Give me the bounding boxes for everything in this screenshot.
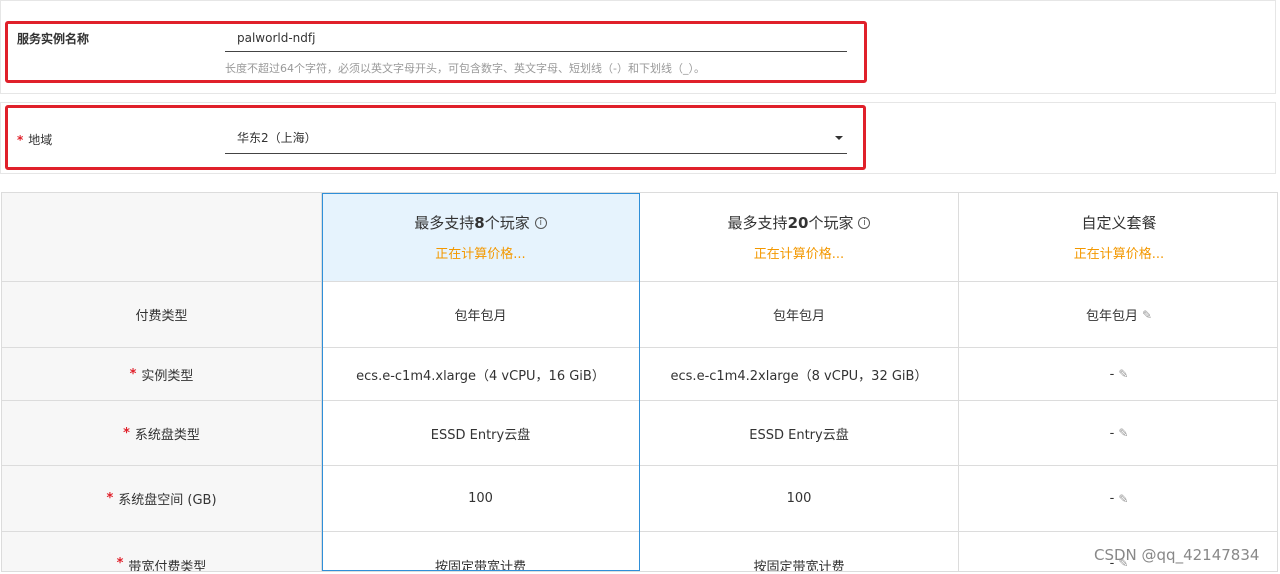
required-mark: * bbox=[116, 556, 124, 571]
watermark: CSDN @qq_42147834 bbox=[1094, 546, 1260, 564]
plan-table: 最多支持 8 个玩家 i 正在计算价格... 最多支持 20 个玩家 i 正在计算价格...… bbox=[1, 192, 1278, 572]
region-label-wrap: * 地域 bbox=[17, 131, 52, 148]
row-value-custom[interactable]: - ✎ bbox=[959, 348, 1277, 400]
row-label: * 实例类型 bbox=[2, 348, 322, 400]
plan-price: 正在计算价格... bbox=[1073, 247, 1165, 262]
table-row: 付费类型 包年包月 包年包月 包年包月 ✎ bbox=[2, 282, 1277, 348]
plan-title-number: 8 bbox=[474, 213, 485, 232]
row-label-text: 带宽付费类型 bbox=[128, 560, 207, 572]
table-row: * 实例类型 ecs.e-c1m4.xlarge（4 vCPU，16 GiB） e… bbox=[2, 348, 1277, 401]
row-label: * 带宽付费类型 bbox=[2, 532, 322, 572]
row-value: 包年包月 bbox=[1085, 309, 1138, 324]
row-value: 按固定带宽计费 bbox=[640, 532, 959, 571]
row-label-text: 系统盘类型 bbox=[134, 427, 200, 443]
table-row: * 系统盘空间 (GB) 100 100 - ✎ bbox=[2, 466, 1277, 532]
row-value-custom[interactable]: 包年包月 ✎ bbox=[959, 282, 1277, 347]
pencil-icon[interactable]: ✎ bbox=[1118, 426, 1128, 440]
pencil-icon[interactable]: ✎ bbox=[1118, 492, 1128, 506]
plan-20-players[interactable]: 最多支持 20 个玩家 i 正在计算价格... bbox=[640, 193, 959, 281]
instance-name-input[interactable] bbox=[225, 24, 847, 52]
row-value: 包年包月 bbox=[322, 282, 640, 347]
plan-title-suffix: 个玩家 bbox=[808, 214, 854, 232]
chevron-down-icon bbox=[835, 136, 843, 140]
row-label-text: 实例类型 bbox=[141, 368, 194, 384]
pencil-icon[interactable]: ✎ bbox=[1118, 367, 1128, 381]
region-label: 地域 bbox=[28, 133, 53, 147]
info-icon[interactable]: i bbox=[534, 216, 547, 229]
row-value: 100 bbox=[322, 466, 640, 531]
row-label-text: 付费类型 bbox=[135, 309, 188, 324]
region-select-value: 华东2（上海） bbox=[237, 131, 317, 145]
row-label-text: 系统盘空间 (GB) bbox=[118, 493, 217, 508]
required-mark: * bbox=[106, 491, 114, 506]
row-value-custom[interactable]: - ✎ bbox=[959, 401, 1277, 465]
row-value: - bbox=[1109, 491, 1115, 506]
plan-title-prefix: 最多支持 bbox=[414, 214, 475, 232]
required-mark: * bbox=[17, 133, 24, 147]
plan-8-players[interactable]: 最多支持 8 个玩家 i 正在计算价格... bbox=[322, 193, 640, 281]
plan-title-prefix: 最多支持 bbox=[727, 214, 788, 232]
row-value: ESSD Entry云盘 bbox=[322, 401, 640, 465]
plan-title-suffix: 个玩家 bbox=[484, 214, 530, 232]
row-value: - bbox=[1109, 366, 1115, 382]
instance-name-hint: 长度不超过64个字符，必须以英文字母开头，可包含数字、英文字母、短划线（-）和下… bbox=[225, 62, 705, 75]
row-value: ecs.e-c1m4.2xlarge（8 vCPU，32 GiB） bbox=[640, 348, 959, 400]
plan-title: 自定义套餐 bbox=[1081, 214, 1157, 232]
row-value: 100 bbox=[640, 466, 959, 531]
table-row: * 系统盘类型 ESSD Entry云盘 ESSD Entry云盘 - ✎ bbox=[2, 401, 1277, 466]
row-label: 付费类型 bbox=[2, 282, 322, 347]
plan-header-empty bbox=[2, 193, 322, 281]
instance-name-label: 服务实例名称 bbox=[17, 32, 90, 46]
info-icon[interactable]: i bbox=[858, 216, 871, 229]
table-row: * 带宽付费类型 按固定带宽计费 按固定带宽计费 - ✎ bbox=[2, 532, 1277, 572]
row-value: 包年包月 bbox=[640, 282, 959, 347]
plan-custom[interactable]: 自定义套餐 正在计算价格... bbox=[959, 193, 1277, 281]
row-value-custom[interactable]: - ✎ bbox=[959, 466, 1277, 531]
row-value: 按固定带宽计费 bbox=[322, 532, 640, 571]
row-value: ESSD Entry云盘 bbox=[640, 401, 959, 465]
plan-title-number: 20 bbox=[787, 213, 809, 232]
row-label: * 系统盘空间 (GB) bbox=[2, 466, 322, 531]
region-select[interactable]: 华东2（上海） bbox=[225, 125, 847, 154]
required-mark: * bbox=[123, 425, 130, 441]
required-mark: * bbox=[129, 366, 137, 382]
row-value: ecs.e-c1m4.xlarge（4 vCPU，16 GiB） bbox=[322, 348, 640, 400]
plan-header-row: 最多支持 8 个玩家 i 正在计算价格... 最多支持 20 个玩家 i 正在计算价格...… bbox=[2, 193, 1277, 282]
plan-price: 正在计算价格... bbox=[435, 247, 526, 262]
plan-price: 正在计算价格... bbox=[753, 247, 845, 262]
row-value: - bbox=[1109, 425, 1115, 441]
pencil-icon[interactable]: ✎ bbox=[1142, 308, 1152, 322]
row-label: * 系统盘类型 bbox=[2, 401, 322, 465]
